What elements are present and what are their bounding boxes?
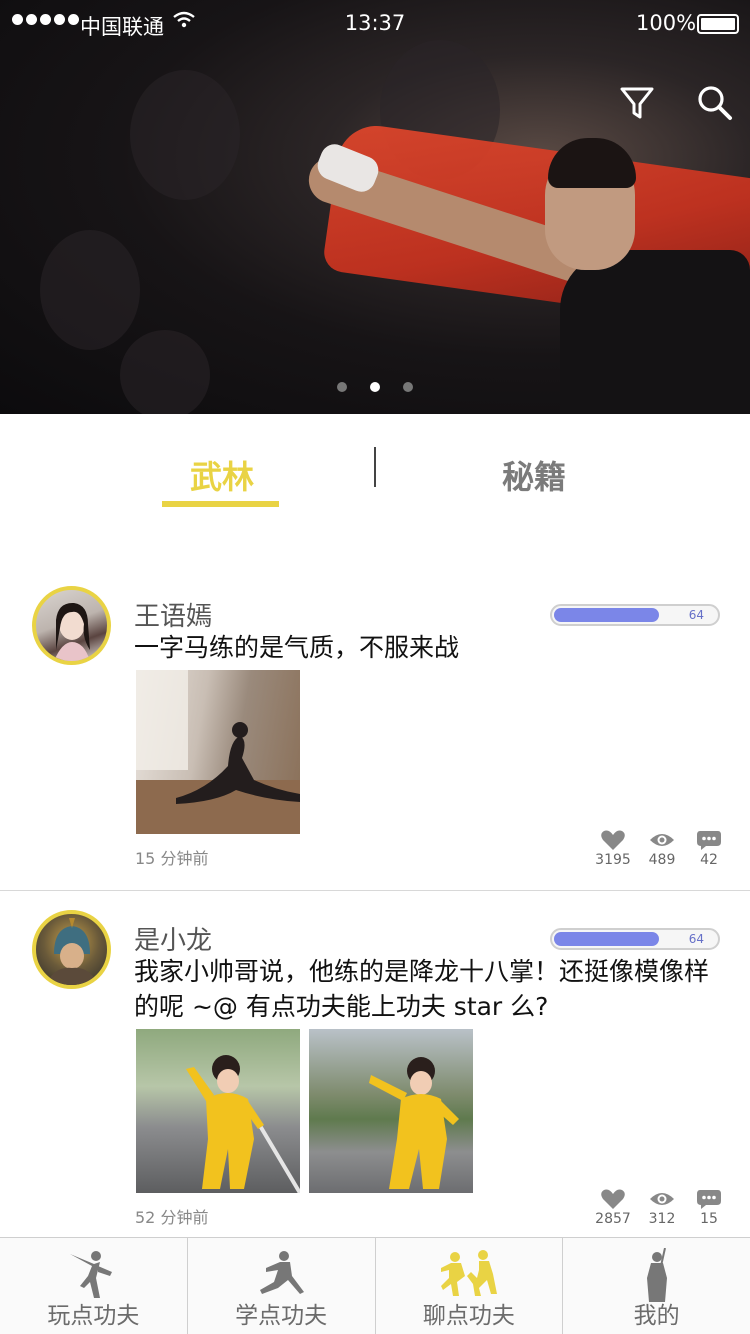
segment-tabs: 武林 秘籍 bbox=[0, 414, 750, 524]
banner-figure-hair bbox=[548, 138, 636, 188]
kick-figure-icon bbox=[70, 1251, 113, 1298]
post-content: 一字马练的是气质，不服来战 bbox=[134, 633, 460, 662]
post-photo[interactable] bbox=[136, 670, 300, 834]
like-button[interactable]: 3195 bbox=[588, 830, 638, 868]
nav-chat-kungfu[interactable]: 聊点功夫 bbox=[376, 1238, 564, 1334]
eye-icon bbox=[650, 1193, 674, 1205]
battery-icon bbox=[697, 14, 739, 34]
battery-percent: 100% bbox=[636, 11, 697, 35]
stance-figure-icon bbox=[260, 1251, 305, 1294]
bottom-tab-bar: 玩点功夫 学点功夫 聊点功夫 我的 bbox=[0, 1237, 750, 1334]
post-content: 我家小帅哥说，他练的是降龙十八掌！还挺像模像样的呢 ~@ 有点功夫能上功夫 st… bbox=[134, 957, 710, 1021]
comment-button[interactable]: 42 bbox=[684, 830, 734, 868]
avatar[interactable] bbox=[32, 586, 111, 665]
nav-label: 我的 bbox=[633, 1303, 680, 1329]
post-photo[interactable] bbox=[309, 1029, 473, 1193]
tab-miji[interactable]: 秘籍 bbox=[502, 452, 566, 498]
level-value: 64 bbox=[688, 608, 704, 622]
carousel-dot-active[interactable] bbox=[370, 382, 380, 392]
like-count: 2857 bbox=[595, 1211, 631, 1227]
post-time: 15 分钟前 bbox=[135, 849, 209, 868]
comment-icon bbox=[697, 1190, 721, 1209]
comment-icon bbox=[697, 831, 721, 850]
sparring-figures-icon bbox=[440, 1250, 497, 1296]
banner-background bbox=[40, 230, 140, 350]
banner-background bbox=[130, 70, 240, 200]
swordsman-figure-icon bbox=[646, 1248, 667, 1302]
nav-label: 玩点功夫 bbox=[47, 1303, 140, 1329]
nav-mine[interactable]: 我的 bbox=[563, 1238, 750, 1334]
view-count-value: 489 bbox=[648, 852, 676, 868]
status-bar: 中国联通 13:37 100% bbox=[0, 0, 750, 48]
comment-button[interactable]: 15 bbox=[684, 1189, 734, 1227]
like-count: 3195 bbox=[595, 852, 631, 868]
like-button[interactable]: 2857 bbox=[588, 1189, 638, 1227]
nav-label: 学点功夫 bbox=[235, 1303, 328, 1329]
view-count-value: 312 bbox=[648, 1211, 676, 1227]
comment-count: 42 bbox=[700, 852, 718, 868]
nav-play-kungfu[interactable]: 玩点功夫 bbox=[0, 1238, 188, 1334]
banner-background bbox=[120, 330, 210, 414]
active-tab-indicator bbox=[162, 501, 279, 507]
carousel-indicator bbox=[0, 382, 750, 392]
level-progress bbox=[554, 932, 659, 946]
hero-banner[interactable]: 中国联通 13:37 100% bbox=[0, 0, 750, 414]
comment-count: 15 bbox=[700, 1211, 718, 1227]
heart-icon bbox=[601, 1189, 625, 1209]
level-progress bbox=[554, 608, 659, 622]
level-value: 64 bbox=[688, 932, 704, 946]
heart-icon bbox=[601, 830, 625, 850]
post-divider bbox=[0, 890, 750, 891]
carousel-dot[interactable] bbox=[337, 382, 347, 392]
tab-wulin[interactable]: 武林 bbox=[190, 452, 254, 498]
eye-icon bbox=[650, 834, 674, 846]
carousel-dot[interactable] bbox=[403, 382, 413, 392]
post-username[interactable]: 是小龙 bbox=[134, 920, 212, 957]
nav-label: 聊点功夫 bbox=[422, 1303, 515, 1329]
filter-icon[interactable] bbox=[618, 84, 656, 122]
post-photo[interactable] bbox=[136, 1029, 300, 1193]
user-level-bar: 64 bbox=[550, 604, 720, 626]
view-count: 489 bbox=[637, 830, 687, 868]
view-count: 312 bbox=[637, 1189, 687, 1227]
nav-learn-kungfu[interactable]: 学点功夫 bbox=[188, 1238, 376, 1334]
search-icon[interactable] bbox=[696, 84, 734, 122]
tab-divider bbox=[374, 447, 376, 487]
user-level-bar: 64 bbox=[550, 928, 720, 950]
avatar[interactable] bbox=[32, 910, 111, 989]
post-username[interactable]: 王语嫣 bbox=[134, 596, 212, 633]
post-time: 52 分钟前 bbox=[135, 1208, 209, 1227]
